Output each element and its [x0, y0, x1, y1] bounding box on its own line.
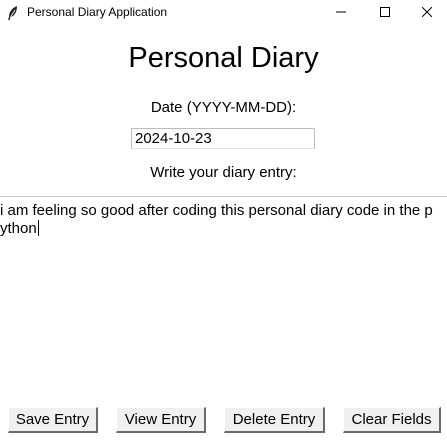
date-label: Date (YYYY-MM-DD):: [150, 99, 297, 116]
clear-fields-button[interactable]: Clear Fields: [343, 407, 441, 433]
close-icon: [421, 4, 433, 22]
entry-text-line-1: i am feeling so good after coding this p…: [0, 202, 433, 219]
diary-entry-textarea[interactable]: i am feeling so good after coding this p…: [0, 196, 447, 381]
window-title: Personal Diary Application: [27, 5, 168, 19]
page-title: Personal Diary: [128, 42, 319, 74]
maximize-button[interactable]: [362, 0, 408, 26]
minimize-icon: [336, 4, 346, 22]
entry-label: Write your diary entry:: [150, 164, 297, 181]
feather-icon: [6, 5, 20, 21]
minimize-button[interactable]: [318, 0, 364, 26]
entry-text-line-2-content: ython: [0, 220, 37, 237]
date-input[interactable]: [131, 128, 315, 149]
text-caret: [37, 220, 39, 236]
delete-entry-button[interactable]: Delete Entry: [224, 407, 325, 433]
title-bar: Personal Diary Application: [0, 0, 447, 26]
maximize-icon: [380, 4, 390, 22]
close-button[interactable]: [407, 0, 447, 26]
entry-text-line-2: ython: [0, 220, 39, 238]
view-entry-button[interactable]: View Entry: [116, 407, 206, 433]
save-entry-button[interactable]: Save Entry: [8, 407, 98, 433]
